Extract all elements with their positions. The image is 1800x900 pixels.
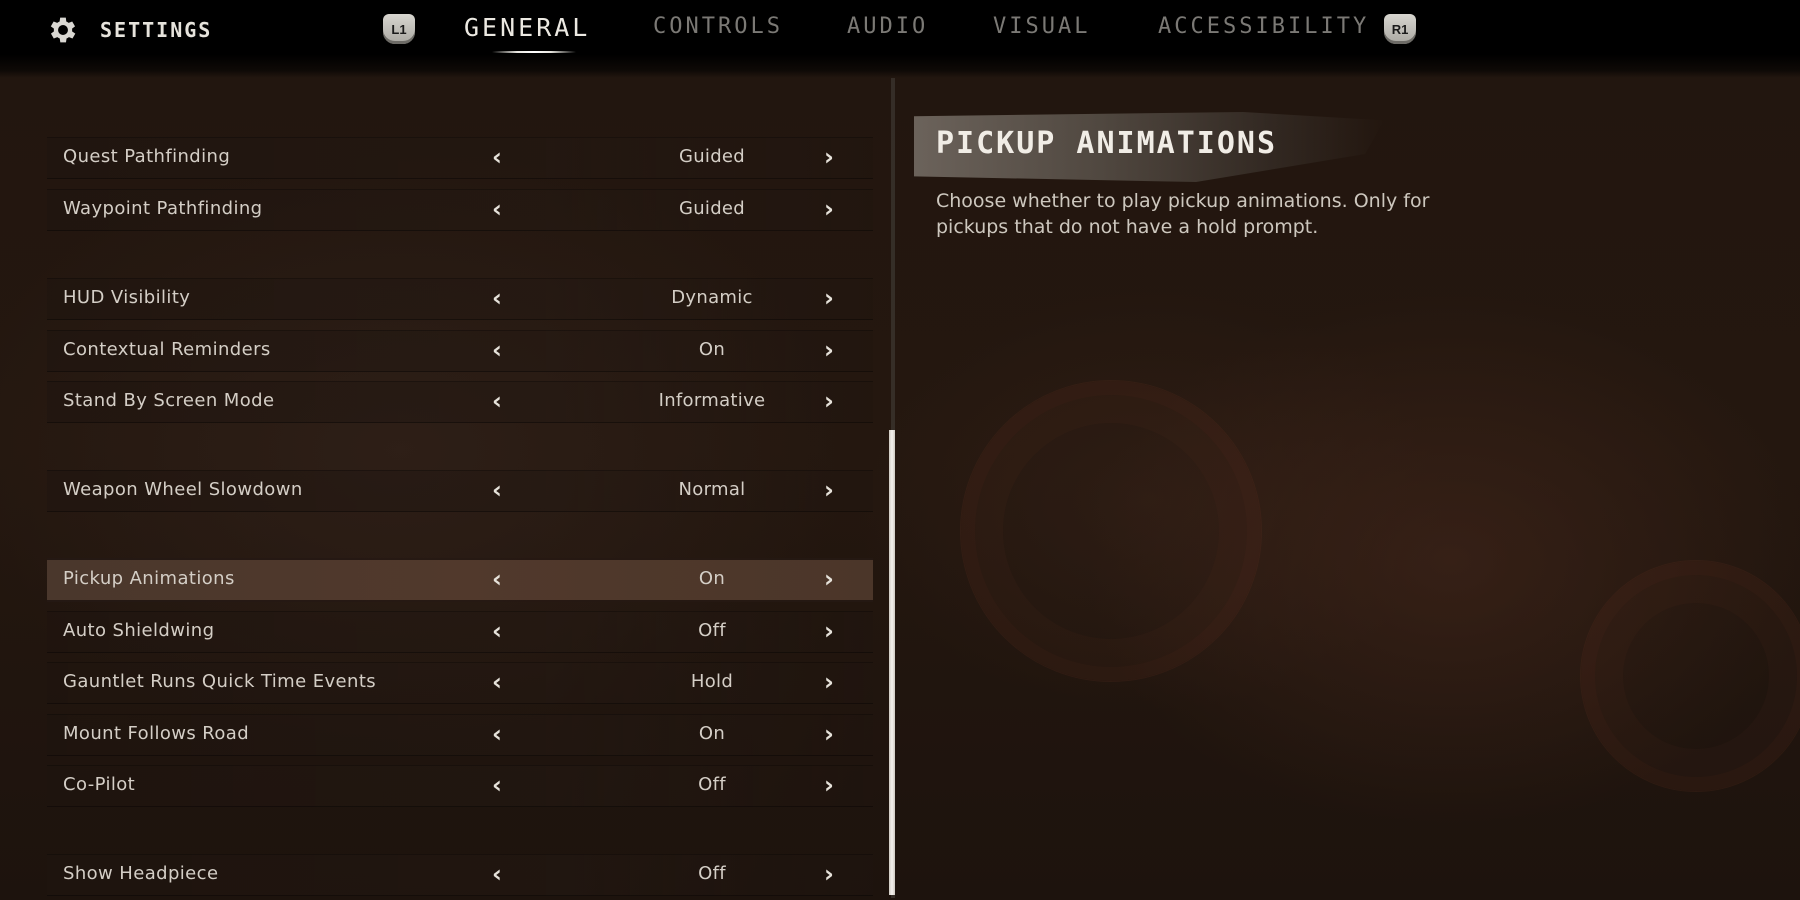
- chevron-right-icon[interactable]: ›: [819, 859, 839, 889]
- chevron-left-icon[interactable]: ‹: [487, 475, 507, 505]
- setting-label: Weapon Wheel Slowdown: [63, 479, 303, 500]
- chevron-left-icon[interactable]: ‹: [487, 859, 507, 889]
- setting-row-contextual-reminders[interactable]: Contextual Reminders ‹ On ›: [47, 330, 873, 372]
- setting-value: Guided: [678, 198, 746, 219]
- setting-row-weapon-wheel-slowdown[interactable]: Weapon Wheel Slowdown ‹ Normal ›: [47, 470, 873, 512]
- setting-value: On: [698, 723, 726, 744]
- settings-title: SETTINGS: [100, 18, 213, 42]
- chevron-right-icon[interactable]: ›: [819, 475, 839, 505]
- setting-label: Pickup Animations: [63, 568, 235, 589]
- detail-description: Choose whether to play pickup animations…: [936, 190, 1430, 238]
- chevron-left-icon[interactable]: ‹: [487, 194, 507, 224]
- setting-label: HUD Visibility: [63, 287, 191, 308]
- scrollbar-thumb[interactable]: [889, 430, 895, 895]
- chevron-right-icon[interactable]: ›: [819, 335, 839, 365]
- setting-row-quest-pathfinding[interactable]: Quest Pathfinding ‹ Guided ›: [47, 137, 873, 179]
- l1-bumper-icon[interactable]: L1: [383, 14, 415, 44]
- setting-value: On: [698, 339, 726, 360]
- setting-label: Contextual Reminders: [63, 339, 271, 360]
- gear-icon: [50, 17, 76, 43]
- chevron-left-icon[interactable]: ‹: [487, 283, 507, 313]
- setting-label: Gauntlet Runs Quick Time Events: [63, 671, 377, 692]
- setting-row-show-headpiece[interactable]: Show Headpiece ‹ Off ›: [47, 854, 873, 896]
- setting-row-auto-shieldwing[interactable]: Auto Shieldwing ‹ Off ›: [47, 611, 873, 653]
- setting-value: Normal: [678, 479, 746, 500]
- chevron-right-icon[interactable]: ›: [819, 386, 839, 416]
- r1-bumper-icon[interactable]: R1: [1384, 14, 1416, 44]
- chevron-left-icon[interactable]: ‹: [487, 616, 507, 646]
- setting-value: On: [698, 568, 726, 589]
- chevron-left-icon[interactable]: ‹: [487, 335, 507, 365]
- setting-row-gauntlet-runs-qte[interactable]: Gauntlet Runs Quick Time Events ‹ Hold ›: [47, 662, 873, 704]
- setting-label: Auto Shieldwing: [63, 620, 215, 641]
- setting-label: Co-Pilot: [63, 774, 136, 795]
- chevron-right-icon[interactable]: ›: [819, 564, 839, 594]
- active-tab-underline: [492, 51, 576, 53]
- settings-header: SETTINGS: [46, 12, 212, 48]
- setting-row-co-pilot[interactable]: Co-Pilot ‹ Off ›: [47, 765, 873, 807]
- chevron-right-icon[interactable]: ›: [819, 770, 839, 800]
- setting-label: Stand By Screen Mode: [63, 390, 275, 411]
- setting-row-stand-by-screen-mode[interactable]: Stand By Screen Mode ‹ Informative ›: [47, 381, 873, 423]
- setting-row-pickup-animations[interactable]: Pickup Animations ‹ On ›: [47, 558, 873, 602]
- chevron-left-icon[interactable]: ‹: [487, 386, 507, 416]
- chevron-right-icon[interactable]: ›: [819, 667, 839, 697]
- tab-audio[interactable]: AUDIO: [847, 14, 928, 39]
- chevron-left-icon[interactable]: ‹: [487, 770, 507, 800]
- setting-label: Quest Pathfinding: [63, 146, 231, 167]
- chevron-left-icon[interactable]: ‹: [487, 564, 507, 594]
- tab-accessibility[interactable]: ACCESSIBILITY: [1158, 14, 1369, 39]
- setting-label: Show Headpiece: [63, 863, 219, 884]
- setting-value: Off: [698, 863, 726, 884]
- tab-visual[interactable]: VISUAL: [993, 14, 1090, 39]
- chevron-left-icon[interactable]: ‹: [487, 719, 507, 749]
- detail-title: PICKUP ANIMATIONS: [936, 126, 1278, 161]
- setting-value: Dynamic: [671, 287, 753, 308]
- setting-row-waypoint-pathfinding[interactable]: Waypoint Pathfinding ‹ Guided ›: [47, 189, 873, 231]
- chevron-right-icon[interactable]: ›: [819, 616, 839, 646]
- setting-value: Informative: [658, 390, 766, 411]
- setting-value: Guided: [678, 146, 746, 167]
- setting-row-hud-visibility[interactable]: HUD Visibility ‹ Dynamic ›: [47, 278, 873, 320]
- top-bar: SETTINGS L1 GENERAL CONTROLS AUDIO VISUA…: [0, 0, 1800, 78]
- setting-value: Off: [698, 774, 726, 795]
- chevron-left-icon[interactable]: ‹: [487, 142, 507, 172]
- tab-controls[interactable]: CONTROLS: [653, 14, 783, 39]
- background-pattern: [1580, 560, 1800, 792]
- chevron-right-icon[interactable]: ›: [819, 283, 839, 313]
- chevron-right-icon[interactable]: ›: [819, 142, 839, 172]
- setting-value: Hold: [690, 671, 734, 692]
- chevron-right-icon[interactable]: ›: [819, 719, 839, 749]
- background-pattern: [960, 380, 1262, 682]
- setting-label: Mount Follows Road: [63, 723, 250, 744]
- chevron-right-icon[interactable]: ›: [819, 194, 839, 224]
- setting-value: Off: [698, 620, 726, 641]
- setting-row-mount-follows-road[interactable]: Mount Follows Road ‹ On ›: [47, 714, 873, 756]
- tab-general[interactable]: GENERAL: [464, 13, 590, 42]
- chevron-left-icon[interactable]: ‹: [487, 667, 507, 697]
- setting-label: Waypoint Pathfinding: [63, 198, 263, 219]
